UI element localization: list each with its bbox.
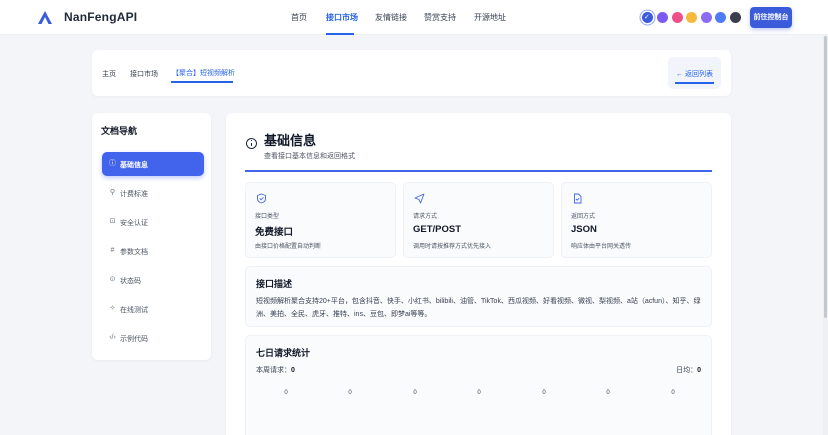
nav-friend-links[interactable]: 友情链接 [375,12,407,23]
sidebar-item-label: 基础信息 [120,162,148,169]
logo-icon[interactable] [38,11,52,24]
theme-swatch-dark[interactable] [730,12,741,23]
breadcrumb-api-market[interactable]: 接口市场 [130,69,158,79]
sidebar-item-label: 参数文档 [120,249,148,256]
bar-value: 0 [542,390,546,396]
bar-value: 0 [348,390,352,396]
brand-name[interactable]: NanFengAPI [64,10,137,24]
theme-swatch-amber[interactable] [686,12,697,23]
status-icon: ⊙ [109,276,116,283]
sidebar-item-label: 状态码 [120,278,141,285]
info-card-api-type: 接口类型 免费接口 由接口价格配置自动判断 [245,182,396,258]
sidebar-title: 文档导航 [101,126,138,136]
code-icon: ‹/› [109,334,116,341]
daily-average: 日均：0 [676,365,701,375]
page-subtitle: 查看接口基本信息和返回格式 [264,153,355,160]
page-title: 基础信息 [264,133,317,148]
sparkle-icon: ✧ [109,305,116,312]
sidebar-item-params[interactable]: # 参数文档 [102,239,204,263]
back-label[interactable]: ← 返回列表 [676,69,713,79]
info-card-value: JSON [571,224,597,235]
sidebar-item-label: 计费标准 [120,191,148,198]
send-icon [414,193,425,204]
weekly-requests-value: 0 [291,367,295,374]
sidebar-item-label: 在线测试 [120,307,148,314]
theme-swatch-violet[interactable] [657,12,668,23]
top-navbar: NanFengAPI 首页 接口市场 友情链接 赞赏支持 开源地址 ✓ 前往控制… [0,0,828,35]
stats-title: 七日请求统计 [256,348,311,358]
info-card-desc: 响应体由平台网关透传 [571,244,632,250]
arrow-left-icon: ← [676,71,685,78]
api-description-card: 接口描述 短视频解析聚合支持20+平台，包含抖音、快手、小红书、bilibili… [245,266,712,327]
info-card-desc: 调用时请按推荐方式优先接入 [413,244,492,250]
section-divider [245,170,712,172]
nav-api-market[interactable]: 接口市场 [326,12,358,23]
theme-swatch-purple[interactable] [701,12,712,23]
weekly-requests: 本周请求：0 [256,365,295,375]
info-card-label: 返回方式 [571,214,596,220]
sidebar-item-basic-info[interactable]: ⓘ 基础信息 [102,152,204,176]
theme-swatch-blue[interactable]: ✓ [642,12,653,23]
bar-value: 0 [477,390,481,396]
bar-value: 0 [606,390,610,396]
hash-icon: # [110,247,115,254]
sidebar-item-sample-code[interactable]: ‹/› 示例代码 [102,326,204,350]
info-icon [246,138,257,149]
bar-value: 0 [671,390,675,396]
doc-sidebar [92,113,211,360]
bar-value: 0 [413,390,417,396]
description-title: 接口描述 [256,279,293,289]
nav-active-indicator [326,33,354,35]
info-icon: ⓘ [109,160,116,167]
info-card-response-format: 返回方式 JSON 响应体由平台网关透传 [561,182,712,258]
info-card-label: 接口类型 [255,214,280,220]
file-icon [574,193,582,204]
breadcrumb-current[interactable]: 【聚合】短视频解析 [172,68,235,78]
info-card-desc: 由接口价格配置自动判断 [255,244,322,250]
back-indicator [675,82,714,84]
info-card-value: GET/POST [413,224,462,235]
daily-average-value: 0 [697,367,701,374]
sidebar-item-status-codes[interactable]: ⊙ 状态码 [102,268,204,292]
link-icon: ⚲ [109,189,116,196]
shield-check-icon [257,193,266,204]
lock-icon: ⊡ [109,218,116,225]
nav-open-source[interactable]: 开源地址 [474,12,506,23]
breadcrumb-active-indicator [171,81,233,83]
info-card-label: 请求方式 [413,214,438,220]
description-text: 短视频解析聚合支持20+平台，包含抖音、快手、小红书、bilibili、油管、T… [256,298,701,318]
theme-swatch-sky[interactable] [715,12,726,23]
sidebar-item-security[interactable]: ⊡ 安全认证 [102,210,204,234]
bar-value: 0 [284,390,288,396]
theme-swatch-pink[interactable] [672,12,683,23]
sidebar-item-label: 示例代码 [120,336,148,343]
daily-average-label: 日均： [676,367,698,374]
nav-home[interactable]: 首页 [291,12,307,23]
nav-sponsor[interactable]: 赞赏支持 [424,12,456,23]
back-label-text: 返回列表 [684,71,713,78]
console-button[interactable]: 前往控制台 [750,7,792,28]
info-card-request-method: 请求方式 GET/POST 调用时请按推荐方式优先接入 [403,182,554,258]
sidebar-item-billing[interactable]: ⚲ 计费标准 [102,181,204,205]
scrollbar-thumb[interactable] [824,36,827,318]
weekly-stats-card: 七日请求统计 本周请求：0 日均：0 0 0 0 0 0 0 0 [245,335,712,435]
sidebar-item-label: 安全认证 [120,220,148,227]
check-icon: ✓ [644,14,650,21]
weekly-requests-label: 本周请求： [256,367,291,374]
info-card-value: 免费接口 [255,227,294,238]
sidebar-item-online-test[interactable]: ✧ 在线测试 [102,297,204,321]
breadcrumb-home[interactable]: 主页 [102,69,116,79]
